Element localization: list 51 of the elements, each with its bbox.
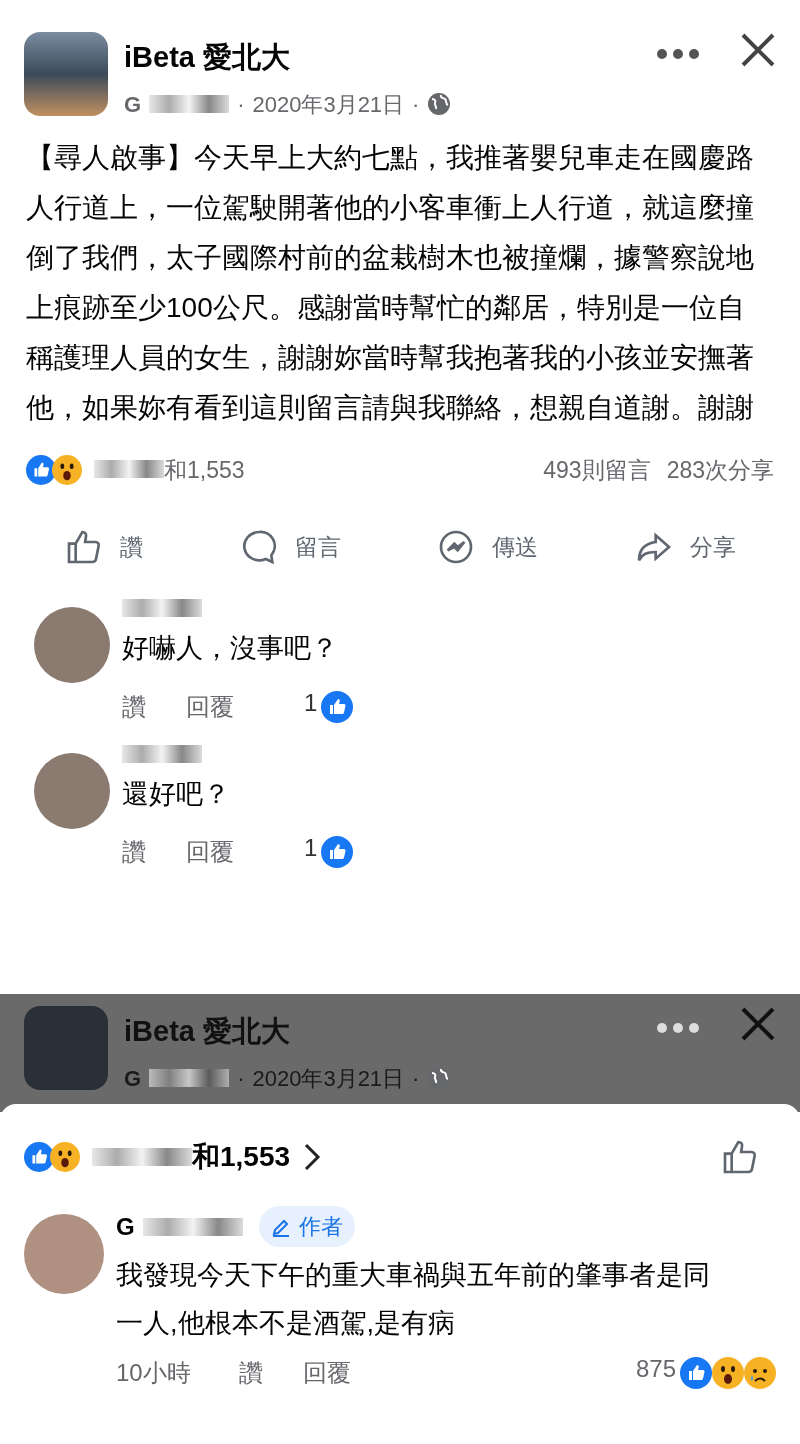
comment-time: 10小時 (116, 1358, 191, 1388)
wow-reaction-icon (50, 1142, 80, 1172)
separator: · (412, 1064, 420, 1093)
sad-reaction-icon (744, 1357, 776, 1389)
post-action-button[interactable]: 留言 (226, 519, 353, 575)
post-date[interactable]: 2020年3月21日 (252, 1061, 405, 1095)
wow-reaction-icon (712, 1357, 744, 1389)
reply-link[interactable]: 回覆 (302, 1355, 351, 1391)
author-badge: 作者 (258, 1206, 355, 1247)
comment-text: 好嚇人，沒事吧？ (122, 632, 339, 665)
page-avatar[interactable] (24, 32, 108, 116)
comment-like-count: 1 (304, 833, 318, 863)
comment-text: 我發現今天下午的重大車禍與五年前的肇事者是同一人,他根本不是酒駕,是有病 (116, 1259, 711, 1340)
like-reaction-icon (321, 836, 354, 868)
post-text: 【尋人啟事】今天早上大約七點，我推著嬰兒車走在國慶路人行道上，一位駕駛開著他的小客車衝上人行道，就這麼撞倒了我們，太子國際村前的盆栽樹木也被撞爛，據警察說地上痕跡至少100公尺。感謝當時幫忙的鄰居，特別是一位自稱護理人員的女生，謝謝妳當時幫我抱著我的小孩並安撫著他，如果妳有看到這則留言請與我聯絡，想親自道謝。謝謝 (25, 140, 755, 425)
reply-link[interactable]: 回覆 (186, 688, 234, 725)
separator: · (237, 1064, 245, 1093)
comment-count[interactable]: 493則留言 (543, 452, 651, 487)
post-action-button[interactable]: 分享 (622, 519, 749, 575)
separator: · (237, 90, 245, 119)
reaction-count[interactable]: 和1,553 (192, 1136, 291, 1178)
share-count[interactable]: 283次分享 (666, 452, 774, 487)
more-options-icon[interactable] (656, 1022, 700, 1034)
like-reaction-icon (24, 1142, 54, 1172)
like-link[interactable]: 讚 (238, 1355, 263, 1391)
page-name[interactable]: iBeta 愛北大 (124, 1010, 656, 1054)
post-action-button[interactable]: 讚 (51, 519, 155, 575)
reaction-count[interactable]: 和1,553 (164, 452, 245, 487)
post-date[interactable]: 2020年3月21日 (252, 87, 405, 121)
author-initial: G (124, 90, 142, 119)
author-initial: G (116, 1211, 135, 1242)
reply-link[interactable]: 回覆 (186, 834, 234, 870)
comment-like-count: 875 (635, 1354, 676, 1384)
like-reaction-icon (26, 454, 56, 485)
globe-icon (427, 92, 452, 116)
wow-reaction-icon (52, 454, 82, 485)
like-link[interactable]: 讚 (122, 688, 146, 725)
close-icon[interactable] (740, 32, 776, 68)
post-action-button[interactable]: 傳送 (424, 519, 551, 575)
like-reaction-icon (321, 690, 354, 723)
globe-icon (427, 1066, 452, 1090)
comment-text: 還好吧？ (122, 777, 231, 811)
author-initial: G (124, 1064, 142, 1093)
separator: · (412, 90, 420, 119)
blurred-name (94, 459, 164, 478)
comment-like-count: 1 (304, 687, 318, 718)
page-name[interactable]: iBeta 愛北大 (124, 36, 656, 80)
like-link[interactable]: 讚 (122, 834, 146, 870)
chevron-right-icon[interactable] (302, 1142, 323, 1172)
like-reaction-icon (680, 1357, 712, 1389)
more-options-icon[interactable] (656, 48, 700, 60)
